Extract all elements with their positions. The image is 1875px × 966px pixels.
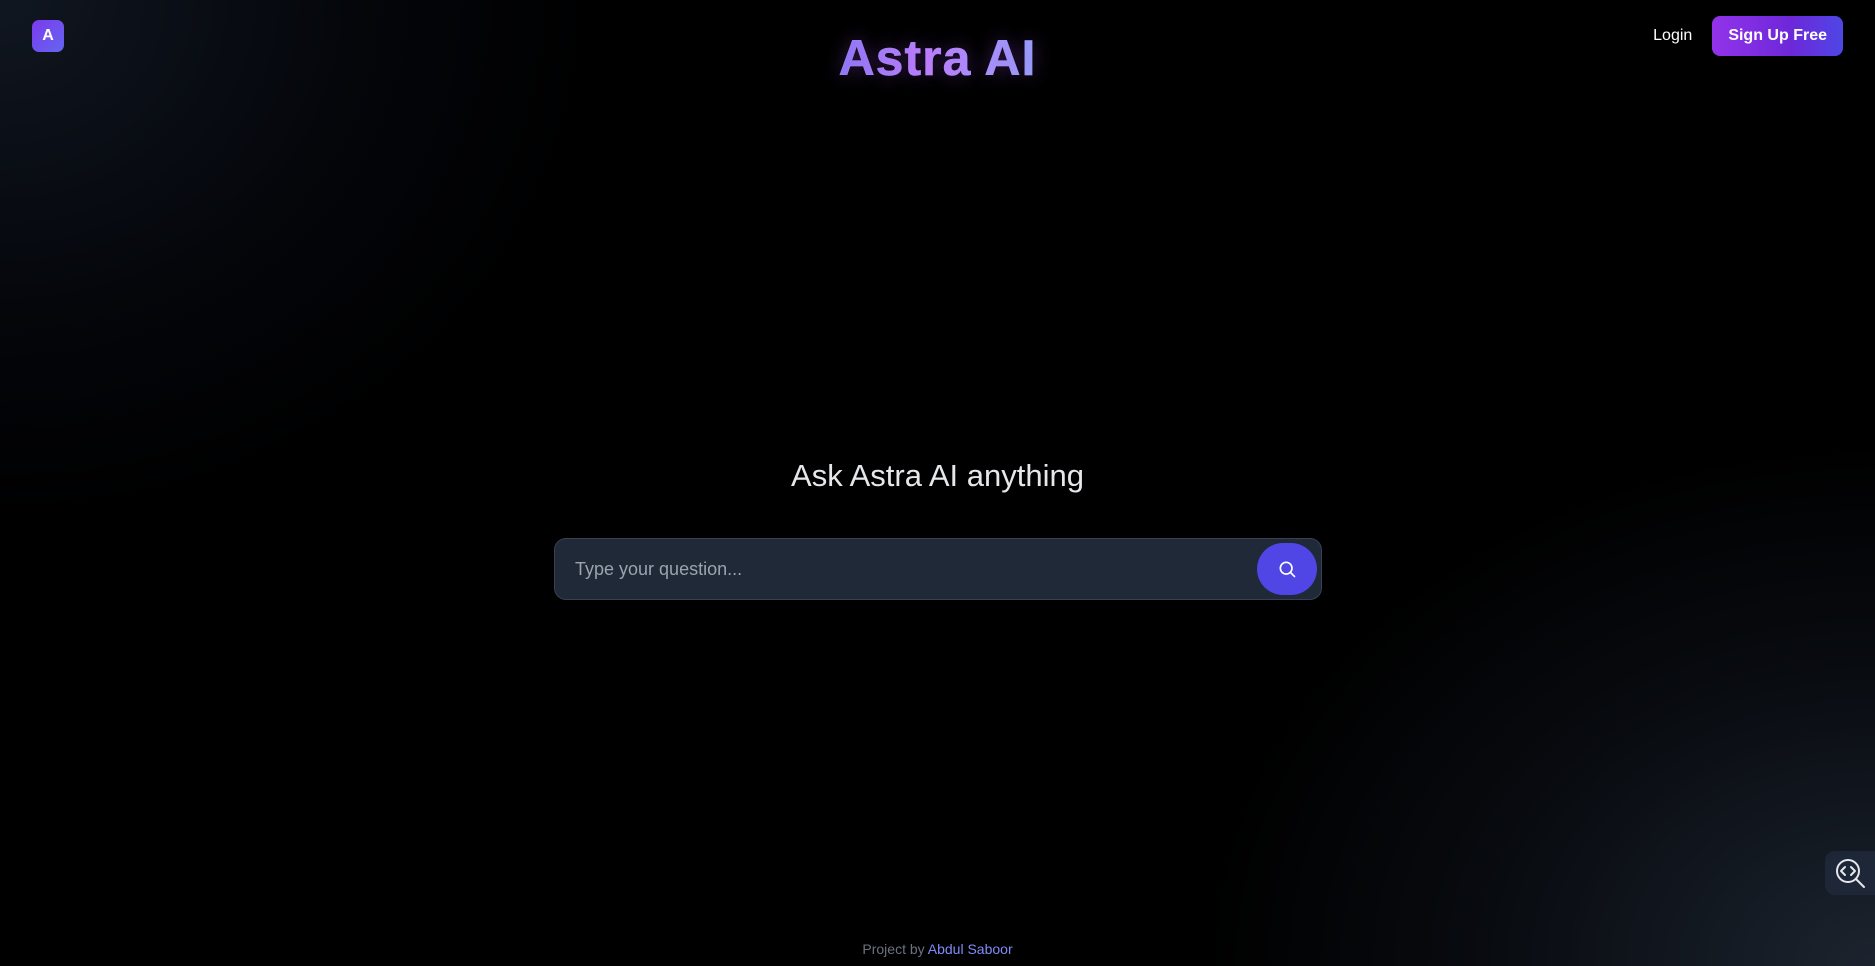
code-inspect-icon <box>1836 859 1865 888</box>
search-bar <box>554 538 1322 600</box>
header-actions: Login Sign Up Free <box>1653 16 1843 56</box>
question-input[interactable] <box>575 539 1257 599</box>
footer-prefix: Project by <box>862 941 925 957</box>
brand-title-text: Astra AI <box>838 30 1037 87</box>
prompt-heading: Ask Astra AI anything <box>791 458 1084 493</box>
login-link[interactable]: Login <box>1653 27 1692 45</box>
dev-tool-button[interactable] <box>1825 851 1875 895</box>
signup-button[interactable]: Sign Up Free <box>1712 16 1843 56</box>
brand-title: Astra AI <box>0 26 1875 90</box>
footer: Project by Abdul Saboor <box>0 941 1875 957</box>
author-link[interactable]: Abdul Saboor <box>928 941 1013 957</box>
search-button[interactable] <box>1257 543 1317 595</box>
search-icon <box>1279 561 1296 578</box>
